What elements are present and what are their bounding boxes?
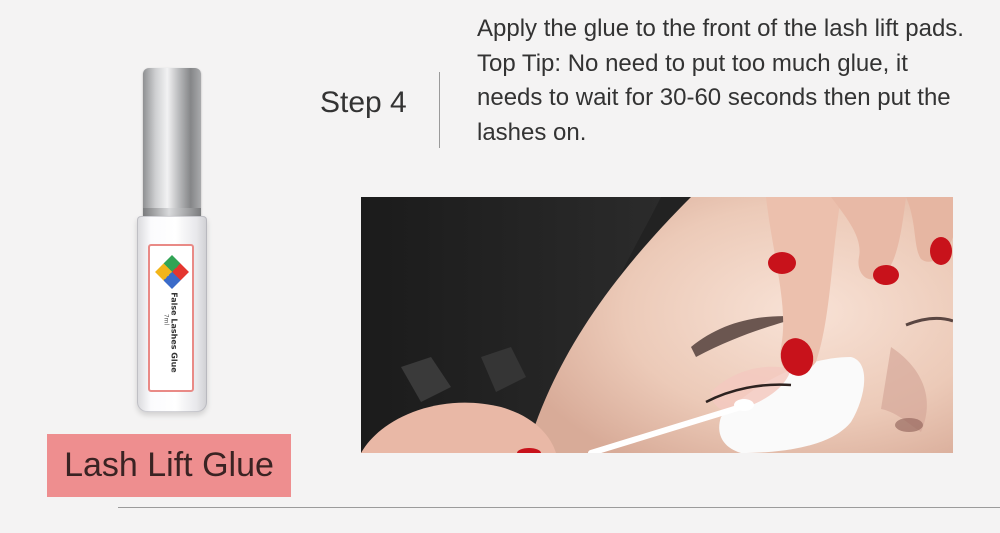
lash-application-photo: [361, 197, 953, 453]
bottle-label: False Lashes Glue 7ml: [148, 244, 194, 392]
step-divider: [439, 72, 440, 148]
photo-illustration: [361, 197, 953, 453]
bottle-cap: [143, 68, 201, 218]
bottle-body: False Lashes Glue 7ml: [137, 216, 207, 412]
product-name-badge: Lash Lift Glue: [47, 434, 291, 497]
bottom-rule: [118, 507, 1000, 508]
step-title: Step 4: [320, 86, 407, 119]
instruction-main: Apply the glue to the front of the lash …: [477, 15, 964, 42]
bottle-volume-text: 7ml: [162, 313, 170, 326]
glue-bottle-image: False Lashes Glue 7ml: [132, 68, 212, 416]
instruction-tip: Top Tip: No need to put too much glue, i…: [477, 49, 951, 146]
instructions-text: Apply the glue to the front of the lash …: [477, 12, 967, 150]
bottle-label-text: False Lashes Glue: [169, 292, 179, 373]
